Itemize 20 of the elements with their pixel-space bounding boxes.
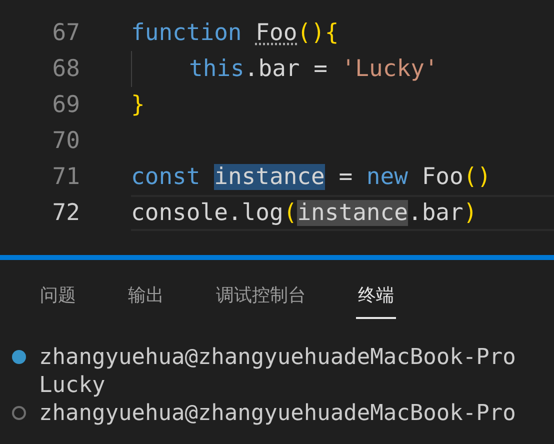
terminal-output: Lucky	[39, 372, 106, 400]
line-number: 72	[51, 198, 80, 228]
panel-tab[interactable]: 输出	[126, 282, 166, 319]
command-status-icon[interactable]	[12, 350, 26, 364]
line-number: 70	[51, 126, 80, 156]
line-number: 67	[51, 18, 80, 48]
line-number: 68	[51, 54, 80, 84]
code-line: function Foo(){	[131, 18, 339, 48]
code-line: const instance = new Foo()	[131, 162, 492, 192]
code-line: console.log(instance.bar)	[131, 198, 478, 228]
panel-tab[interactable]: 终端	[356, 282, 396, 319]
panel-tab[interactable]: 问题	[38, 282, 78, 319]
terminal-prompt: zhangyuehua@zhangyuehuadeMacBook-Pro	[39, 344, 516, 372]
panel-tab[interactable]: 调试控制台	[214, 282, 308, 319]
terminal-prompt: zhangyuehua@zhangyuehuadeMacBook-Pro	[39, 400, 516, 428]
line-number: 71	[51, 162, 80, 192]
code-line: }	[131, 90, 145, 120]
code-line: this.bar = 'Lucky'	[189, 54, 438, 84]
line-number: 69	[51, 90, 80, 120]
command-status-icon[interactable]	[12, 406, 26, 420]
